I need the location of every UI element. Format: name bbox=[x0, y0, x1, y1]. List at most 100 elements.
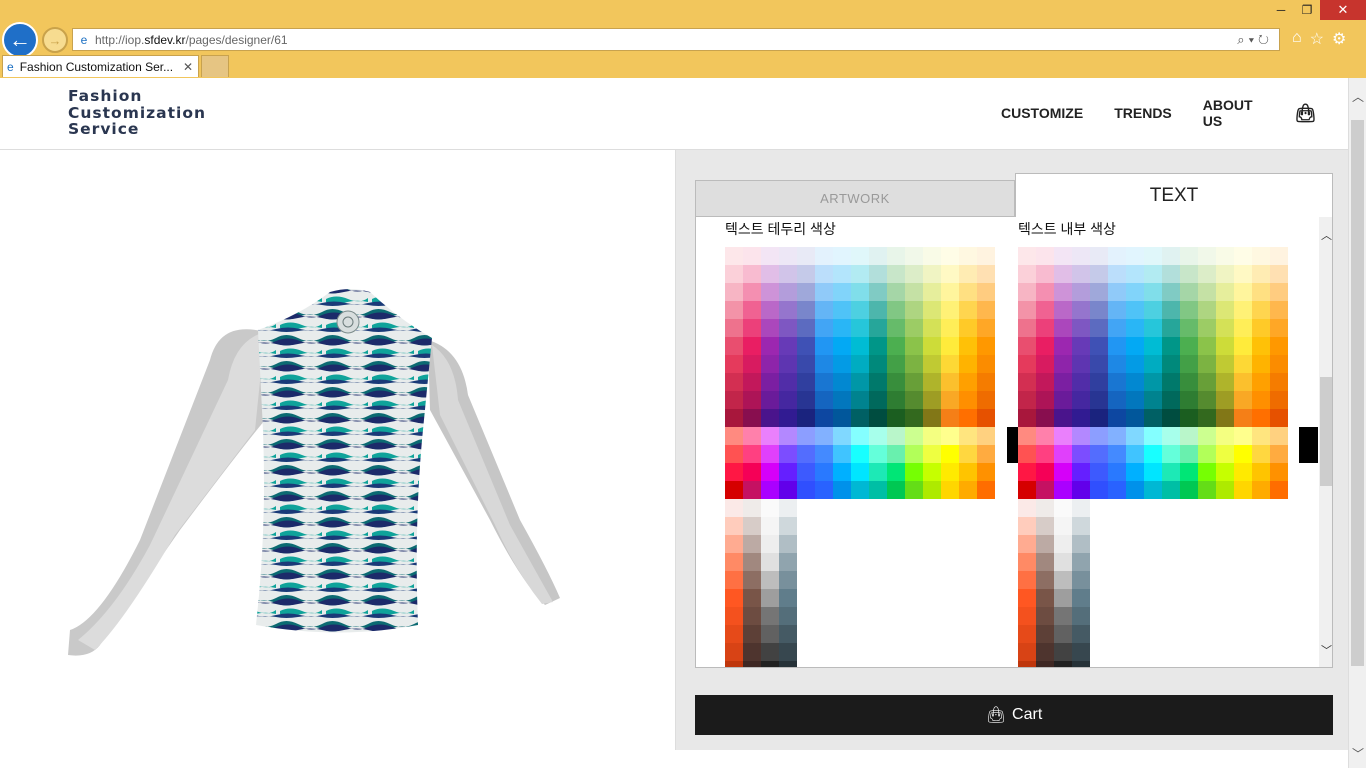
color-swatch[interactable] bbox=[1180, 463, 1198, 481]
color-swatch[interactable] bbox=[1252, 355, 1270, 373]
color-swatch[interactable] bbox=[779, 355, 797, 373]
color-swatch[interactable] bbox=[1162, 337, 1180, 355]
color-swatch[interactable] bbox=[1198, 463, 1216, 481]
color-swatch[interactable] bbox=[1018, 391, 1036, 409]
color-swatch[interactable] bbox=[815, 355, 833, 373]
color-swatch[interactable] bbox=[1126, 391, 1144, 409]
color-swatch[interactable] bbox=[725, 247, 743, 265]
color-swatch[interactable] bbox=[1144, 373, 1162, 391]
color-swatch[interactable] bbox=[887, 265, 905, 283]
color-swatch[interactable] bbox=[761, 337, 779, 355]
color-swatch[interactable] bbox=[1054, 247, 1072, 265]
color-swatch[interactable] bbox=[725, 391, 743, 409]
color-swatch[interactable] bbox=[779, 373, 797, 391]
color-swatch[interactable] bbox=[1252, 445, 1270, 463]
color-swatch[interactable] bbox=[779, 283, 797, 301]
color-swatch[interactable] bbox=[977, 283, 995, 301]
color-swatch[interactable] bbox=[1270, 373, 1288, 391]
color-swatch[interactable] bbox=[1144, 265, 1162, 283]
color-swatch[interactable] bbox=[797, 247, 815, 265]
color-swatch[interactable] bbox=[959, 373, 977, 391]
forward-button[interactable]: → bbox=[42, 27, 68, 53]
color-swatch[interactable] bbox=[1252, 463, 1270, 481]
color-swatch[interactable] bbox=[1072, 319, 1090, 337]
color-swatch[interactable] bbox=[761, 247, 779, 265]
settings-gear-icon[interactable]: ⚙ bbox=[1332, 29, 1346, 49]
color-swatch[interactable] bbox=[1270, 427, 1288, 445]
color-swatch[interactable] bbox=[1198, 319, 1216, 337]
color-swatch[interactable] bbox=[761, 571, 779, 589]
color-swatch[interactable] bbox=[1198, 301, 1216, 319]
color-swatch[interactable] bbox=[743, 337, 761, 355]
color-swatch[interactable] bbox=[1018, 247, 1036, 265]
color-swatch[interactable] bbox=[923, 355, 941, 373]
color-swatch[interactable] bbox=[1036, 553, 1054, 571]
color-swatch[interactable] bbox=[743, 319, 761, 337]
color-swatch[interactable] bbox=[743, 427, 761, 445]
color-swatch[interactable] bbox=[797, 265, 815, 283]
scrollbar-thumb[interactable] bbox=[1320, 377, 1332, 486]
color-swatch[interactable] bbox=[1144, 247, 1162, 265]
color-swatch[interactable] bbox=[1036, 625, 1054, 643]
color-swatch[interactable] bbox=[833, 247, 851, 265]
color-swatch[interactable] bbox=[923, 409, 941, 427]
color-swatch[interactable] bbox=[959, 445, 977, 463]
color-swatch[interactable] bbox=[761, 391, 779, 409]
color-swatch[interactable] bbox=[1198, 247, 1216, 265]
color-swatch[interactable] bbox=[779, 409, 797, 427]
color-swatch[interactable] bbox=[1108, 283, 1126, 301]
color-swatch[interactable] bbox=[1090, 265, 1108, 283]
color-swatch[interactable] bbox=[851, 427, 869, 445]
color-swatch[interactable] bbox=[941, 337, 959, 355]
color-swatch[interactable] bbox=[1018, 409, 1036, 427]
color-swatch[interactable] bbox=[725, 571, 743, 589]
color-swatch[interactable] bbox=[725, 481, 743, 499]
color-swatch[interactable] bbox=[1270, 445, 1288, 463]
color-swatch[interactable] bbox=[923, 283, 941, 301]
color-swatch[interactable] bbox=[887, 301, 905, 319]
color-swatch[interactable] bbox=[1018, 643, 1036, 661]
color-swatch[interactable] bbox=[1072, 463, 1090, 481]
color-swatch[interactable] bbox=[1018, 463, 1036, 481]
color-swatch[interactable] bbox=[833, 391, 851, 409]
color-swatch[interactable] bbox=[761, 625, 779, 643]
nav-trends[interactable]: TRENDS bbox=[1114, 105, 1172, 121]
color-swatch[interactable] bbox=[1198, 337, 1216, 355]
color-swatch[interactable] bbox=[761, 499, 779, 517]
color-swatch[interactable] bbox=[743, 553, 761, 571]
color-swatch[interactable] bbox=[1054, 571, 1072, 589]
color-swatch[interactable] bbox=[779, 499, 797, 517]
site-logo[interactable]: Fashion Customization Service bbox=[68, 88, 206, 138]
color-swatch[interactable] bbox=[833, 445, 851, 463]
color-swatch[interactable] bbox=[959, 391, 977, 409]
color-swatch[interactable] bbox=[1072, 553, 1090, 571]
color-swatch[interactable] bbox=[1090, 355, 1108, 373]
color-swatch[interactable] bbox=[761, 373, 779, 391]
color-swatch[interactable] bbox=[1072, 283, 1090, 301]
color-swatch[interactable] bbox=[761, 463, 779, 481]
color-swatch[interactable] bbox=[797, 283, 815, 301]
color-swatch[interactable] bbox=[869, 391, 887, 409]
color-swatch[interactable] bbox=[761, 481, 779, 499]
color-swatch[interactable] bbox=[1270, 463, 1288, 481]
color-swatch[interactable] bbox=[1054, 643, 1072, 661]
color-swatch[interactable] bbox=[941, 319, 959, 337]
color-swatch[interactable] bbox=[1252, 409, 1270, 427]
color-swatch[interactable] bbox=[743, 283, 761, 301]
color-swatch[interactable] bbox=[761, 301, 779, 319]
color-swatch[interactable] bbox=[725, 265, 743, 283]
color-swatch[interactable] bbox=[815, 373, 833, 391]
color-swatch[interactable] bbox=[887, 445, 905, 463]
color-swatch[interactable] bbox=[905, 445, 923, 463]
color-swatch[interactable] bbox=[887, 391, 905, 409]
color-swatch[interactable] bbox=[1162, 445, 1180, 463]
color-swatch[interactable] bbox=[725, 409, 743, 427]
color-swatch[interactable] bbox=[833, 481, 851, 499]
color-swatch[interactable] bbox=[779, 589, 797, 607]
color-swatch[interactable] bbox=[1018, 445, 1036, 463]
color-swatch[interactable] bbox=[1198, 409, 1216, 427]
color-swatch[interactable] bbox=[869, 247, 887, 265]
color-swatch[interactable] bbox=[941, 355, 959, 373]
new-tab-button[interactable] bbox=[201, 55, 229, 77]
color-swatch[interactable] bbox=[1162, 283, 1180, 301]
